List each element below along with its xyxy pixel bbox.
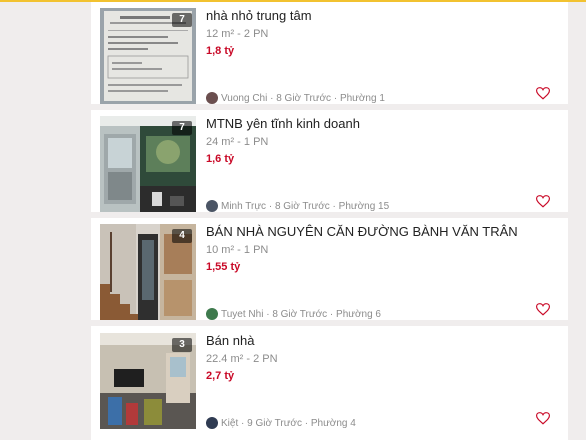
listing-area: Phường 6: [336, 308, 381, 320]
listing-price: 1,8 tỷ: [206, 45, 235, 57]
heart-icon[interactable]: [536, 195, 550, 208]
listing-photo[interactable]: 3: [100, 333, 196, 429]
heart-icon[interactable]: [536, 412, 550, 425]
listing-item[interactable]: 7 nhà nhỏ trung tâm 12 m² - 2 PN 1,8 tỷ …: [91, 2, 568, 110]
listing-price: 1,6 tỷ: [206, 153, 235, 165]
seller-avatar[interactable]: [206, 92, 218, 104]
seller-avatar[interactable]: [206, 417, 218, 429]
listing-area: Phường 1: [339, 92, 385, 104]
posted-time: 8 Giờ Trước: [274, 200, 330, 212]
seller-avatar[interactable]: [206, 200, 218, 212]
listing-title[interactable]: Bán nhà: [206, 333, 254, 348]
listing-photo[interactable]: 4: [100, 224, 196, 320]
listing-price: 1,55 tỷ: [206, 261, 241, 273]
listing-footer: Minh Trực · 8 Giờ Trước · Phường 15: [206, 199, 389, 213]
separator: ·: [301, 417, 311, 429]
separator: ·: [327, 308, 337, 320]
photo-count-badge: 4: [172, 229, 192, 243]
listing-photo[interactable]: 7: [100, 8, 196, 104]
listing-title[interactable]: MTNB yên tĩnh kinh doanh: [206, 116, 360, 131]
seller-name[interactable]: Kiệt: [221, 418, 238, 429]
divider: [91, 320, 568, 326]
photo-count-badge: 3: [172, 338, 192, 352]
listing-photo[interactable]: 7: [100, 116, 196, 212]
listing-size: 10 m² - 1 PN: [206, 244, 269, 256]
listing-size: 22.4 m² - 2 PN: [206, 353, 278, 365]
listing-footer: Tuyet Nhi · 8 Giờ Trước · Phường 6: [206, 307, 381, 321]
separator: ·: [331, 92, 340, 104]
listing-area: Phường 4: [310, 417, 356, 429]
posted-time: 8 Giờ Trước: [276, 92, 332, 104]
separator: ·: [266, 200, 275, 212]
separator: ·: [263, 308, 273, 320]
heart-icon[interactable]: [536, 303, 550, 316]
separator: ·: [329, 200, 339, 212]
seller-avatar[interactable]: [206, 308, 218, 320]
separator: ·: [267, 92, 277, 104]
listing-title[interactable]: nhà nhỏ trung tâm: [206, 8, 312, 23]
seller-name[interactable]: Minh Trực: [221, 201, 266, 212]
heart-icon[interactable]: [536, 87, 550, 100]
listing-item[interactable]: 3 Bán nhà 22.4 m² - 2 PN 2,7 tỷ Kiệt · 9…: [91, 327, 568, 435]
listing-size: 24 m² - 1 PN: [206, 136, 269, 148]
seller-name[interactable]: Tuyet Nhi: [221, 309, 263, 320]
listing-footer: Kiệt · 9 Giờ Trước · Phường 4: [206, 416, 356, 430]
listing-list: 7 nhà nhỏ trung tâm 12 m² - 2 PN 1,8 tỷ …: [91, 2, 568, 440]
listing-size: 12 m² - 2 PN: [206, 28, 269, 40]
photo-count-badge: 7: [172, 121, 192, 135]
listing-footer: Vuong Chi · 8 Giờ Trước · Phường 1: [206, 91, 385, 105]
posted-time: 9 Giờ Trước: [247, 417, 302, 429]
listing-item[interactable]: 7 MTNB yên tĩnh kinh doanh 24 m² - 1 PN …: [91, 110, 568, 218]
listing-area: Phường 15: [338, 200, 390, 212]
listing-price: 2,7 tỷ: [206, 370, 235, 382]
photo-count-badge: 7: [172, 13, 192, 27]
separator: ·: [238, 417, 248, 429]
listing-title[interactable]: BÁN NHÀ NGUYÊN CĂN ĐƯỜNG BÀNH VĂN TRÂN: [206, 224, 518, 239]
posted-time: 8 Giờ Trước: [272, 308, 328, 320]
seller-name[interactable]: Vuong Chi: [221, 93, 267, 104]
listing-item[interactable]: 4 BÁN NHÀ NGUYÊN CĂN ĐƯỜNG BÀNH VĂN TRÂN…: [91, 218, 568, 326]
